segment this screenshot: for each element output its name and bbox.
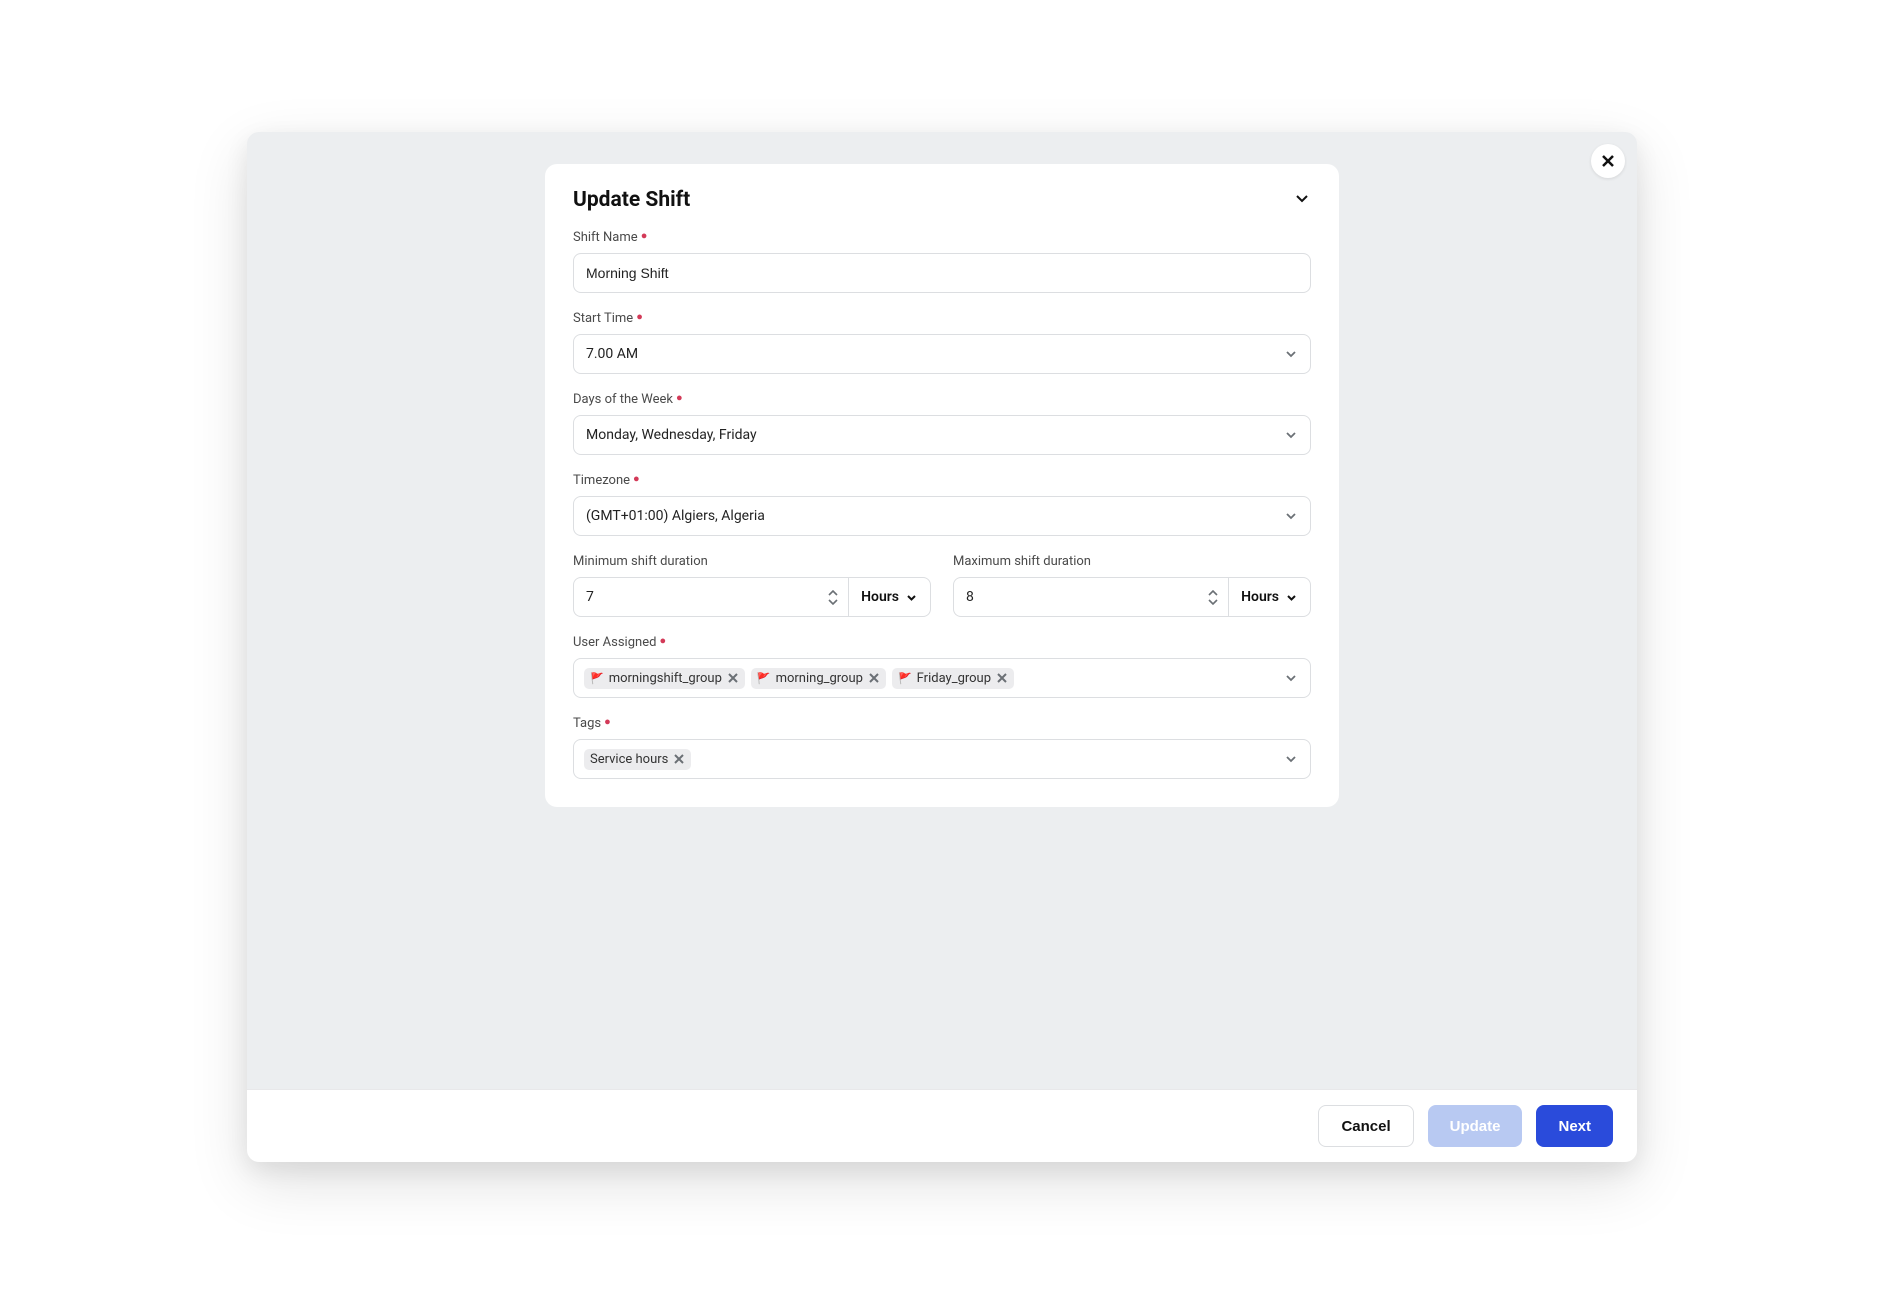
min-duration-value: 7 (586, 589, 828, 605)
days-select[interactable]: Monday, Wednesday, Friday (573, 415, 1311, 455)
flag-icon: 🚩 (898, 672, 912, 685)
field-tags: Tags● Service hours (573, 716, 1311, 779)
chevron-down-icon (1284, 509, 1298, 523)
field-start-time: Start Time● 7.00 AM (573, 311, 1311, 374)
card-title: Update Shift (573, 188, 690, 212)
shift-name-label: Shift Name● (573, 230, 1311, 245)
close-button[interactable] (1591, 144, 1625, 178)
user-chip-label: morning_group (776, 671, 863, 686)
field-min-duration: Minimum shift duration 7 Hours (573, 554, 931, 617)
field-max-duration: Maximum shift duration 8 Hours (953, 554, 1311, 617)
chevron-down-icon (1284, 752, 1298, 766)
collapse-toggle[interactable] (1293, 189, 1311, 211)
max-duration-stepper[interactable] (1208, 590, 1218, 605)
user-chip: 🚩 morning_group (751, 668, 886, 689)
modal-backdrop: Update Shift Shift Name● Start Time● 7.0… (247, 132, 1637, 1162)
chevron-down-icon (1284, 671, 1298, 685)
timezone-select[interactable]: (GMT+01:00) Algiers, Algeria (573, 496, 1311, 536)
update-button[interactable]: Update (1428, 1105, 1523, 1147)
max-duration-input[interactable]: 8 (953, 577, 1228, 617)
user-assigned-select[interactable]: 🚩 morningshift_group 🚩 morning_group 🚩 F… (573, 658, 1311, 698)
tags-label: Tags● (573, 716, 1311, 731)
tags-select[interactable]: Service hours (573, 739, 1311, 779)
chip-remove-icon[interactable] (673, 753, 685, 765)
max-duration-value: 8 (966, 589, 1208, 605)
timezone-value: (GMT+01:00) Algiers, Algeria (586, 508, 765, 524)
next-button[interactable]: Next (1536, 1105, 1613, 1147)
start-time-label: Start Time● (573, 311, 1311, 326)
close-icon (1600, 153, 1616, 169)
chevron-down-icon (1284, 428, 1298, 442)
modal-content: Update Shift Shift Name● Start Time● 7.0… (247, 132, 1637, 1089)
duration-row: Minimum shift duration 7 Hours (573, 554, 1311, 635)
min-duration-unit-select[interactable]: Hours (848, 577, 931, 617)
chip-remove-icon[interactable] (868, 672, 880, 684)
field-days: Days of the Week● Monday, Wednesday, Fri… (573, 392, 1311, 455)
shift-name-input-wrap (573, 253, 1311, 293)
max-duration-label: Maximum shift duration (953, 554, 1311, 569)
chevron-down-icon (828, 598, 838, 605)
days-value: Monday, Wednesday, Friday (586, 427, 757, 443)
user-chip: 🚩 morningshift_group (584, 668, 745, 689)
min-duration-input[interactable]: 7 (573, 577, 848, 617)
tag-chip: Service hours (584, 749, 691, 770)
cancel-button[interactable]: Cancel (1318, 1105, 1413, 1147)
user-chip: 🚩 Friday_group (892, 668, 1014, 689)
field-timezone: Timezone● (GMT+01:00) Algiers, Algeria (573, 473, 1311, 536)
modal-footer: Cancel Update Next (247, 1089, 1637, 1162)
max-duration-unit: Hours (1241, 589, 1279, 605)
chevron-up-icon (828, 590, 838, 597)
chevron-down-icon (1285, 591, 1298, 604)
card-header: Update Shift (573, 188, 1311, 212)
tag-chip-label: Service hours (590, 752, 668, 767)
field-shift-name: Shift Name● (573, 230, 1311, 293)
flag-icon: 🚩 (590, 672, 604, 685)
chip-remove-icon[interactable] (727, 672, 739, 684)
days-label: Days of the Week● (573, 392, 1311, 407)
max-duration-control: 8 Hours (953, 577, 1311, 617)
field-user-assigned: User Assigned● 🚩 morningshift_group 🚩 mo… (573, 635, 1311, 698)
chevron-down-icon (1284, 347, 1298, 361)
start-time-value: 7.00 AM (586, 346, 638, 362)
min-duration-unit: Hours (861, 589, 899, 605)
min-duration-control: 7 Hours (573, 577, 931, 617)
min-duration-label: Minimum shift duration (573, 554, 931, 569)
min-duration-stepper[interactable] (828, 590, 838, 605)
chevron-down-icon (905, 591, 918, 604)
chevron-up-icon (1208, 590, 1218, 597)
chip-remove-icon[interactable] (996, 672, 1008, 684)
max-duration-unit-select[interactable]: Hours (1228, 577, 1311, 617)
flag-icon: 🚩 (757, 672, 771, 685)
chevron-down-icon (1293, 189, 1311, 207)
form-card: Update Shift Shift Name● Start Time● 7.0… (545, 164, 1339, 807)
shift-name-input[interactable] (586, 265, 1298, 281)
timezone-label: Timezone● (573, 473, 1311, 488)
user-chip-label: Friday_group (917, 671, 991, 686)
user-chip-label: morningshift_group (609, 671, 722, 686)
chevron-down-icon (1208, 598, 1218, 605)
start-time-select[interactable]: 7.00 AM (573, 334, 1311, 374)
user-assigned-label: User Assigned● (573, 635, 1311, 650)
